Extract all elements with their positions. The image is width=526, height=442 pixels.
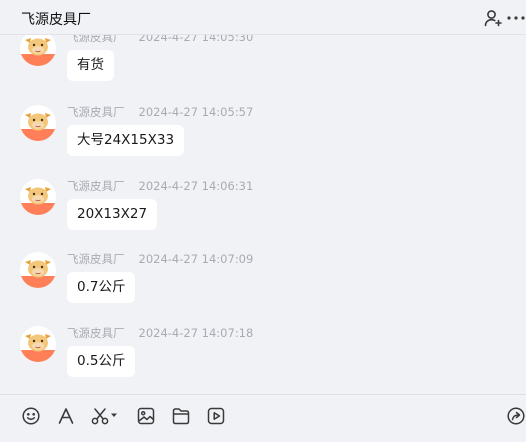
sender-name: 飞源皮具厂 — [67, 179, 125, 193]
avatar[interactable] — [20, 105, 56, 141]
message-bubble[interactable]: 20X13X27 — [67, 199, 158, 230]
message-meta: 飞源皮具厂 2024-4-27 14:06:31 — [67, 178, 253, 194]
avatar[interactable] — [20, 326, 56, 362]
screenshot-icon[interactable] — [90, 406, 110, 426]
timestamp: 2024-4-27 14:06:31 — [138, 179, 254, 193]
sender-name: 飞源皮具厂 — [67, 326, 125, 340]
avatar[interactable] — [20, 252, 56, 288]
image-icon[interactable] — [136, 406, 156, 426]
avatar[interactable] — [20, 35, 56, 66]
font-icon[interactable] — [56, 406, 76, 426]
sender-name: 飞源皮具厂 — [67, 35, 125, 44]
message-bubble[interactable]: 0.7公斤 — [67, 272, 136, 303]
message-item: 飞源皮具厂 2024-4-27 14:07:09 0.7公斤 — [0, 252, 526, 328]
timestamp: 2024-4-27 14:07:09 — [138, 252, 254, 266]
message-bubble[interactable]: 0.5公斤 — [67, 346, 136, 377]
avatar[interactable] — [20, 179, 56, 215]
share-icon[interactable] — [506, 406, 526, 426]
message-item: 飞源皮具厂 2024-4-27 14:07:18 0.5公斤 — [0, 326, 526, 394]
message-bubble[interactable]: 大号24X15X33 — [67, 125, 185, 156]
message-list[interactable]: 飞源皮具厂 2024-4-27 14:05:30 有货 飞源皮具厂 2024-4… — [0, 35, 526, 394]
folder-icon[interactable] — [171, 406, 191, 426]
timestamp: 2024-4-27 14:05:57 — [138, 105, 254, 119]
message-item: 飞源皮具厂 2024-4-27 14:05:30 有货 — [0, 35, 526, 106]
chat-header: 飞源皮具厂 — [0, 0, 526, 35]
dropdown-icon[interactable] — [109, 410, 119, 420]
sender-name: 飞源皮具厂 — [67, 105, 125, 119]
input-toolbar — [0, 394, 526, 442]
message-bubble[interactable]: 有货 — [67, 50, 114, 81]
message-meta: 飞源皮具厂 2024-4-27 14:07:18 — [67, 325, 253, 341]
video-icon[interactable] — [206, 406, 226, 426]
message-meta: 飞源皮具厂 2024-4-27 14:05:30 — [67, 35, 253, 45]
timestamp: 2024-4-27 14:05:30 — [138, 35, 254, 44]
add-contact-icon[interactable] — [483, 8, 503, 28]
timestamp: 2024-4-27 14:07:18 — [138, 326, 254, 340]
chat-title: 飞源皮具厂 — [21, 12, 91, 28]
message-meta: 飞源皮具厂 2024-4-27 14:05:57 — [67, 104, 253, 120]
more-icon[interactable] — [506, 8, 526, 28]
sender-name: 飞源皮具厂 — [67, 252, 125, 266]
message-item: 飞源皮具厂 2024-4-27 14:05:57 大号24X15X33 — [0, 105, 526, 181]
message-item: 飞源皮具厂 2024-4-27 14:06:31 20X13X27 — [0, 179, 526, 255]
message-meta: 飞源皮具厂 2024-4-27 14:07:09 — [67, 251, 253, 267]
emoji-icon[interactable] — [21, 406, 41, 426]
